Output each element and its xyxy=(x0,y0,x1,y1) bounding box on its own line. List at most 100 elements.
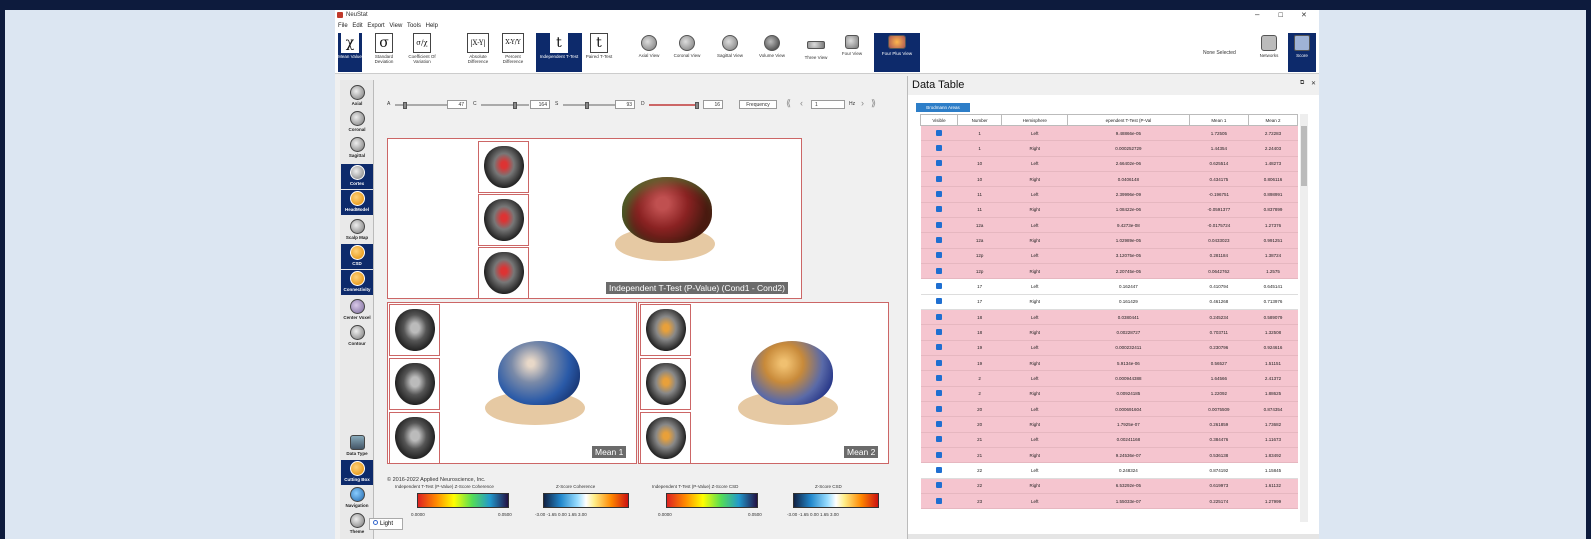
checkbox-icon[interactable] xyxy=(935,298,942,305)
menu-export[interactable]: Export xyxy=(367,23,384,29)
visible-checkbox[interactable] xyxy=(920,278,958,295)
col-t-test-p-value[interactable]: ependent T-Test (P-Val xyxy=(1067,114,1190,126)
table-row[interactable]: 17 Left 0.162447 0.410794 0.645141 xyxy=(920,278,1298,295)
checkbox-icon[interactable] xyxy=(935,236,942,243)
checkbox-icon[interactable] xyxy=(935,436,942,443)
visible-checkbox[interactable] xyxy=(920,232,958,249)
last-frequency-button[interactable]: ⟫ xyxy=(871,98,876,109)
checkbox-icon[interactable] xyxy=(935,267,942,274)
checkbox-icon[interactable] xyxy=(935,359,942,366)
table-row[interactable]: 12a Right 1.02989e-05 0.0433023 0.991251 xyxy=(920,232,1298,249)
visible-checkbox[interactable] xyxy=(920,447,958,464)
prev-frequency-button[interactable]: ‹ xyxy=(800,98,803,108)
table-row[interactable]: 10 Left 2.66402e-06 0.625514 1.48273 xyxy=(920,156,1298,172)
visible-checkbox[interactable] xyxy=(920,217,958,234)
three-view-button[interactable]: Three View xyxy=(801,33,831,72)
checkbox-icon[interactable] xyxy=(935,390,942,397)
t-test-coronal-thumb[interactable] xyxy=(478,247,529,299)
c-slider[interactable] xyxy=(481,102,529,109)
table-row[interactable]: 2 Left 0.000944388 1.64566 2.41372 xyxy=(920,370,1298,387)
light-theme-toggle[interactable]: Light xyxy=(369,518,403,530)
s-value-spinbox[interactable]: 93 xyxy=(615,100,635,109)
checkbox-icon[interactable] xyxy=(935,451,942,458)
d-value-spinbox[interactable]: 16 xyxy=(703,100,723,109)
axial-view-button[interactable]: Axial View xyxy=(635,33,663,72)
checkbox-icon[interactable] xyxy=(935,466,942,473)
checkbox-icon[interactable] xyxy=(935,344,942,351)
standard-deviation-button[interactable]: σ Standard Deviation xyxy=(370,33,398,72)
center-voxel-tool[interactable]: Center Voxel xyxy=(341,298,373,323)
mean-value-button[interactable]: χ Mean Value xyxy=(338,33,362,72)
menu-help[interactable]: Help xyxy=(426,23,438,29)
coefficient-of-variation-button[interactable]: σ/χ Coefficient Of Variation xyxy=(405,33,439,72)
visible-checkbox[interactable] xyxy=(920,493,958,510)
visible-checkbox[interactable] xyxy=(920,309,958,326)
checkbox-icon[interactable] xyxy=(935,252,942,259)
mean1-axial-thumb[interactable] xyxy=(389,304,440,356)
checkbox-icon[interactable] xyxy=(935,206,942,213)
close-button[interactable]: ✕ xyxy=(1301,11,1307,19)
visible-checkbox[interactable] xyxy=(920,386,958,402)
c-slider-knob[interactable] xyxy=(513,102,517,109)
checkbox-icon[interactable] xyxy=(935,221,942,228)
visible-checkbox[interactable] xyxy=(920,140,958,157)
sagittal-tool[interactable]: Sagittal xyxy=(341,136,373,161)
checkbox-icon[interactable] xyxy=(935,497,942,504)
checkbox-icon[interactable] xyxy=(935,160,942,167)
visible-checkbox[interactable] xyxy=(920,294,958,310)
a-slider-knob[interactable] xyxy=(403,102,407,109)
independent-t-test-button[interactable]: t Independent T-Test xyxy=(536,33,582,72)
checkbox-icon[interactable] xyxy=(935,405,942,412)
table-row[interactable]: 2 Right 0.00924185 1.22092 1.88625 xyxy=(920,386,1298,402)
checkbox-icon[interactable] xyxy=(935,313,942,320)
volume-view-button[interactable]: Volume View xyxy=(755,33,789,72)
a-slider[interactable] xyxy=(395,102,447,109)
col-number[interactable]: Number xyxy=(956,114,1003,126)
t-test-axial-thumb[interactable] xyxy=(478,141,529,193)
four-plus-view-button[interactable]: Four Plus View xyxy=(874,33,920,72)
table-row[interactable]: 12a Left 9.4273e-08 -0.0175724 1.27376 xyxy=(920,217,1298,234)
sagittal-view-button[interactable]: Sagittal View xyxy=(712,33,748,72)
visible-checkbox[interactable] xyxy=(920,462,958,479)
percent-difference-button[interactable]: X-Y/Y Percent Difference xyxy=(498,33,528,72)
mean2-axial-thumb[interactable] xyxy=(640,304,691,356)
paired-t-test-button[interactable]: t Paired T-Test xyxy=(585,33,613,72)
table-row[interactable]: 23 Left 1.55033e-07 0.225174 1.27999 xyxy=(920,493,1298,510)
mean2-coronal-thumb[interactable] xyxy=(640,412,691,464)
table-row[interactable]: 17 Right 0.161429 0.461268 0.713976 xyxy=(920,294,1298,310)
t-test-sagittal-thumb[interactable] xyxy=(478,194,529,246)
table-row[interactable]: 12p Left 3.12075e-05 0.281184 1.38724 xyxy=(920,248,1298,264)
table-row[interactable]: 20 Left 0.000691604 0.0075509 0.874354 xyxy=(920,401,1298,418)
mean2-view-pane[interactable]: Mean 2 xyxy=(638,302,889,464)
s-slider-knob[interactable] xyxy=(585,102,589,109)
navigation-tool[interactable]: Navigation xyxy=(341,486,373,511)
s-slider[interactable] xyxy=(563,102,615,109)
menu-tools[interactable]: Tools xyxy=(407,23,421,29)
visible-checkbox[interactable] xyxy=(920,324,958,341)
visible-checkbox[interactable] xyxy=(920,202,958,218)
menu-file[interactable]: File xyxy=(338,23,348,29)
checkbox-icon[interactable] xyxy=(935,374,942,381)
col-mean-1[interactable]: Mean 1 xyxy=(1188,114,1250,126)
tab-brodmann-areas[interactable]: Brodmann Areas xyxy=(916,103,970,112)
table-row[interactable]: 1 Left 9.48866e-05 1.72505 2.72283 xyxy=(920,125,1298,142)
visible-checkbox[interactable] xyxy=(920,125,958,142)
absolute-difference-button[interactable]: |X-Y| Absolute Difference xyxy=(463,33,493,72)
visible-checkbox[interactable] xyxy=(920,248,958,264)
col-hemisphere[interactable]: Hemisphere xyxy=(1001,114,1069,126)
close-panel-icon[interactable]: ✕ xyxy=(1311,80,1316,87)
table-row[interactable]: 18 Right 0.00228727 0.703711 1.32508 xyxy=(920,324,1298,341)
menu-view[interactable]: View xyxy=(389,23,402,29)
checkbox-icon[interactable] xyxy=(935,190,942,197)
visible-checkbox[interactable] xyxy=(920,340,958,356)
visible-checkbox[interactable] xyxy=(920,370,958,387)
mean1-coronal-thumb[interactable] xyxy=(389,412,440,464)
first-frequency-button[interactable]: ⟪ xyxy=(786,98,791,109)
checkbox-icon[interactable] xyxy=(935,482,942,489)
col-mean-2[interactable]: Mean 2 xyxy=(1248,114,1298,126)
d-slider[interactable] xyxy=(649,102,699,109)
next-frequency-button[interactable]: › xyxy=(861,98,864,108)
scrollbar-thumb[interactable] xyxy=(1301,126,1307,186)
minimize-button[interactable]: – xyxy=(1255,10,1259,19)
float-panel-icon[interactable]: ⧉ xyxy=(1300,80,1304,87)
